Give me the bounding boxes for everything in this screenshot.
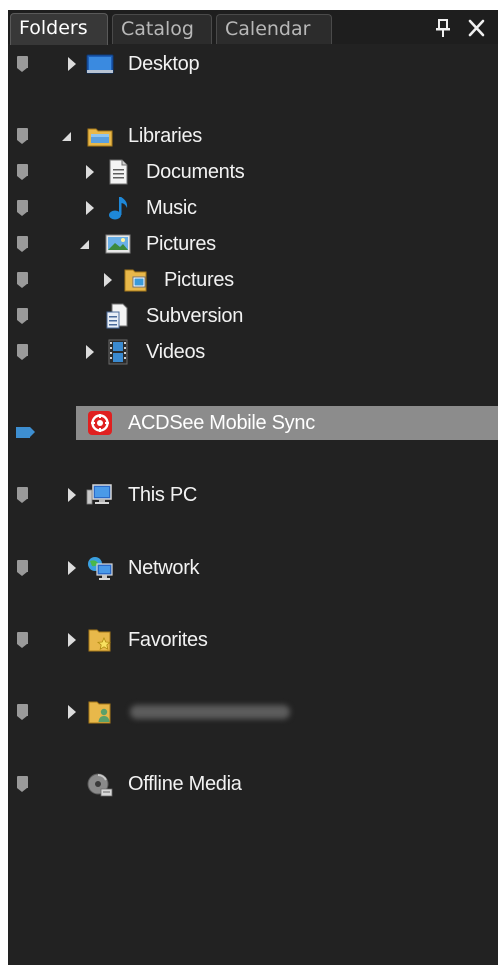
close-icon[interactable] xyxy=(466,16,488,40)
pictures-icon xyxy=(104,231,132,257)
desktop-icon xyxy=(86,51,114,77)
music-icon xyxy=(104,195,132,221)
tree-item-favorites[interactable]: Favorites xyxy=(8,623,498,657)
expand-arrow-icon[interactable] xyxy=(102,272,114,288)
tag-marker[interactable] xyxy=(17,200,28,216)
tree-item-label: Subversion xyxy=(146,305,244,327)
offline-media-icon xyxy=(86,771,114,797)
expand-arrow-icon[interactable] xyxy=(66,632,78,648)
expand-arrow-icon[interactable] xyxy=(66,56,78,72)
tree-item-user-folder[interactable] xyxy=(8,695,498,729)
tree-item-desktop[interactable]: Desktop xyxy=(8,47,498,81)
network-icon xyxy=(86,555,114,581)
expand-arrow-icon[interactable] xyxy=(84,200,96,216)
redacted-username xyxy=(130,705,290,719)
tag-marker[interactable] xyxy=(17,56,28,72)
favorites-folder-icon xyxy=(86,627,114,653)
collapse-arrow-icon[interactable] xyxy=(80,236,92,252)
expand-arrow-icon[interactable] xyxy=(66,560,78,576)
folders-panel: Folders Catalog Calendar Desktop Librari… xyxy=(8,10,498,965)
tree-item-label: Desktop xyxy=(128,53,200,75)
videos-icon xyxy=(104,339,132,365)
tree-item-pictures-folder[interactable]: Pictures xyxy=(8,263,498,297)
tab-calendar[interactable]: Calendar xyxy=(216,14,332,44)
tree-item-libraries[interactable]: Libraries xyxy=(8,119,498,153)
user-folder-icon xyxy=(86,699,114,725)
tree-item-music[interactable]: Music xyxy=(8,191,498,225)
acdsee-sync-icon xyxy=(86,410,114,436)
tree-item-label: Offline Media xyxy=(128,773,242,795)
pictures-folder-icon xyxy=(122,267,150,293)
tree-item-label: This PC xyxy=(128,484,198,506)
expand-arrow-icon[interactable] xyxy=(84,344,96,360)
tree-item-this-pc[interactable]: This PC xyxy=(8,478,498,512)
tree-item-subversion[interactable]: Subversion xyxy=(8,299,498,333)
tree-item-pictures-library[interactable]: Pictures xyxy=(8,227,498,261)
tree-item-label: Documents xyxy=(146,161,245,183)
tag-marker[interactable] xyxy=(17,272,28,288)
tab-bar: Folders Catalog Calendar xyxy=(8,10,498,45)
tree-item-label: ACDSee Mobile Sync xyxy=(128,412,315,434)
pin-icon[interactable] xyxy=(432,16,454,40)
tag-marker[interactable] xyxy=(17,308,28,324)
tree-item-label: Music xyxy=(146,197,197,219)
tree-item-acdsee-mobile-sync[interactable]: ACDSee Mobile Sync xyxy=(76,406,498,440)
tag-marker[interactable] xyxy=(17,704,28,720)
tag-marker[interactable] xyxy=(17,560,28,576)
collapse-arrow-icon[interactable] xyxy=(62,128,74,144)
tag-marker[interactable] xyxy=(17,236,28,252)
libraries-icon xyxy=(86,123,114,149)
expand-arrow-icon[interactable] xyxy=(66,704,78,720)
expand-arrow-icon[interactable] xyxy=(84,164,96,180)
tree-item-label: Videos xyxy=(146,341,205,363)
tree-item-network[interactable]: Network xyxy=(8,551,498,585)
tag-marker[interactable] xyxy=(17,164,28,180)
subversion-icon xyxy=(104,303,132,329)
selected-tag-marker[interactable] xyxy=(16,427,35,438)
tag-marker[interactable] xyxy=(17,487,28,503)
expand-arrow-icon[interactable] xyxy=(66,487,78,503)
tab-folders[interactable]: Folders xyxy=(10,13,108,45)
tab-catalog[interactable]: Catalog xyxy=(112,14,212,44)
documents-icon xyxy=(104,159,132,185)
tag-marker[interactable] xyxy=(17,344,28,360)
tag-marker[interactable] xyxy=(17,776,28,792)
tree-item-label: Libraries xyxy=(128,125,202,147)
tree-item-label: Network xyxy=(128,557,200,579)
computer-icon xyxy=(86,482,114,508)
tree-item-label: Pictures xyxy=(146,233,216,255)
tree-item-label: Favorites xyxy=(128,629,208,651)
tree-item-label: Pictures xyxy=(164,269,234,291)
tree-item-offline-media[interactable]: Offline Media xyxy=(8,767,498,801)
tree-item-videos[interactable]: Videos xyxy=(8,335,498,369)
tag-marker[interactable] xyxy=(17,632,28,648)
tag-marker[interactable] xyxy=(17,128,28,144)
tree-item-documents[interactable]: Documents xyxy=(8,155,498,189)
